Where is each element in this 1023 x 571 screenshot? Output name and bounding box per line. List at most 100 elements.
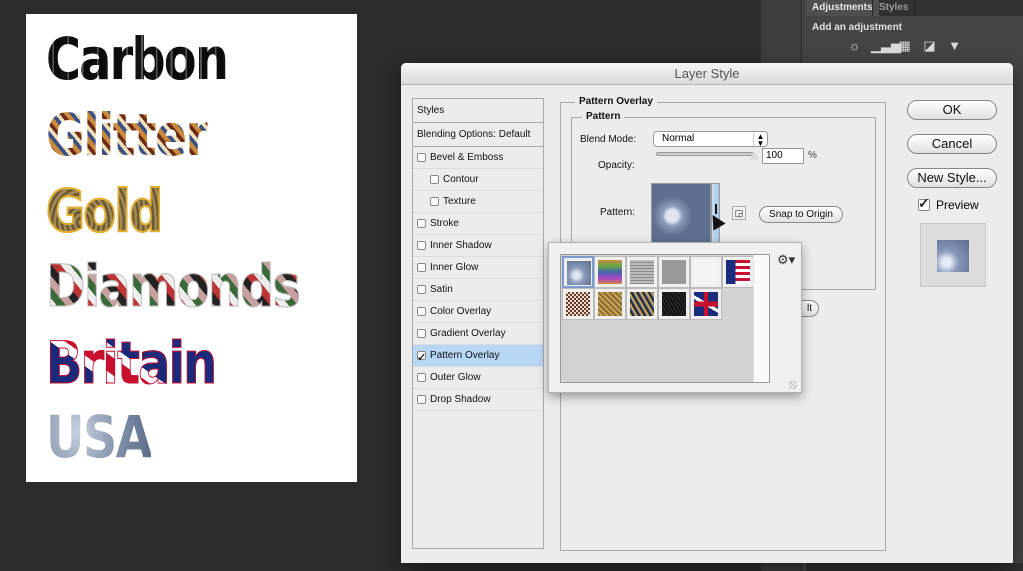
exposure-icon[interactable]: ◪: [921, 38, 938, 54]
effect-label: Inner Shadow: [430, 239, 492, 251]
styles-list: Styles Blending Options: Default Bevel &…: [412, 98, 544, 549]
pattern-tile-gray-solid[interactable]: [658, 256, 690, 288]
effect-label: Inner Glow: [430, 261, 479, 273]
pattern-picker-popup: ⚙▾: [548, 242, 802, 393]
layer-row-glitter[interactable]: [806, 563, 1023, 571]
effect-label: Color Overlay: [430, 305, 492, 317]
styles-header[interactable]: Styles: [413, 99, 543, 123]
rainbow-stripes-icon: [598, 260, 622, 284]
effect-checkbox[interactable]: [417, 263, 426, 272]
gold-glitter-icon: [598, 292, 622, 316]
effect-label: Pattern Overlay: [430, 349, 500, 361]
new-style-button[interactable]: New Style...: [907, 168, 997, 188]
effect-color-overlay[interactable]: Color Overlay: [413, 301, 543, 323]
effect-stroke[interactable]: Stroke: [413, 213, 543, 235]
select-arrows-icon: ▲ ▼: [753, 132, 767, 148]
effect-checkbox[interactable]: [417, 347, 426, 369]
curves-icon[interactable]: ▦: [896, 38, 913, 54]
levels-icon[interactable]: ▁▃▅: [871, 38, 901, 54]
effect-outer-glow[interactable]: Outer Glow: [413, 367, 543, 389]
effect-inner-glow[interactable]: Inner Glow: [413, 257, 543, 279]
gray-solid-icon: [662, 260, 686, 284]
subsection-title: Pattern: [582, 111, 625, 122]
effect-satin[interactable]: Satin: [413, 279, 543, 301]
section-title: Pattern Overlay: [575, 96, 657, 107]
opacity-label: Opacity:: [598, 160, 635, 171]
effect-checkbox[interactable]: [417, 395, 426, 404]
effect-label: Satin: [430, 283, 453, 295]
effect-checkbox[interactable]: [417, 285, 426, 294]
pattern-label: Pattern:: [600, 207, 636, 218]
text-usa: USA: [46, 403, 152, 471]
gradient-triangle-icon[interactable]: ▼: [946, 38, 963, 54]
effect-checkbox[interactable]: [417, 373, 426, 382]
blend-mode-label: Blend Mode:: [580, 134, 637, 145]
adjustments-title: Add an adjustment: [812, 22, 903, 33]
effect-label: Bevel & Emboss: [430, 151, 504, 163]
pattern-swatch[interactable]: [651, 183, 711, 243]
gear-icon[interactable]: ⚙▾: [777, 252, 795, 268]
tab-adjustments[interactable]: Adjustments: [806, 0, 879, 16]
adjustment-icons: ☼ ▁▃▅ ▦ ◪ ▼: [846, 38, 963, 54]
effect-checkbox[interactable]: [417, 153, 426, 162]
opacity-unit: %: [808, 150, 817, 161]
us-flag-icon: [726, 260, 750, 284]
pattern-grid: [560, 254, 770, 383]
text-gold: Gold: [45, 177, 164, 245]
opacity-input[interactable]: 100: [762, 148, 804, 164]
pattern-grid-scrollbar[interactable]: [753, 255, 769, 382]
pattern-tile-bubbles-blue[interactable]: [562, 256, 594, 288]
text-diamonds: Diamonds: [46, 252, 302, 320]
effect-bevel-emboss[interactable]: Bevel & Emboss: [413, 147, 543, 169]
effect-label: Contour: [443, 173, 479, 185]
pattern-tile-carbon-fiber[interactable]: [658, 288, 690, 320]
snap-to-origin-button[interactable]: Snap to Origin: [759, 206, 843, 223]
canvas-document[interactable]: Carbon Glitter Gold Diamonds Britain USA: [26, 14, 357, 482]
tab-styles[interactable]: Styles: [872, 0, 916, 16]
effect-label: Outer Glow: [430, 371, 481, 383]
effect-checkbox[interactable]: [417, 219, 426, 228]
carbon-fiber-icon: [662, 292, 686, 316]
effect-checkbox[interactable]: [417, 329, 426, 338]
new-preset-icon[interactable]: ◲: [732, 206, 746, 220]
ok-button[interactable]: OK: [907, 100, 997, 120]
effect-inner-shadow[interactable]: Inner Shadow: [413, 235, 543, 257]
effect-gradient-overlay[interactable]: Gradient Overlay: [413, 323, 543, 345]
blend-mode-select[interactable]: Normal ▲ ▼: [653, 131, 768, 148]
resize-grip-icon[interactable]: [789, 381, 797, 389]
pattern-tile-uk-flag[interactable]: [690, 288, 722, 320]
effect-pattern-overlay[interactable]: Pattern Overlay: [413, 345, 543, 369]
blend-mode-value: Normal: [662, 133, 695, 144]
opacity-slider-thumb[interactable]: [749, 151, 759, 160]
effect-checkbox[interactable]: [417, 307, 426, 316]
pattern-tile-white-faint[interactable]: [690, 256, 722, 288]
effect-checkbox[interactable]: [430, 175, 439, 184]
effect-label: Drop Shadow: [430, 393, 491, 405]
effect-label: Stroke: [430, 217, 459, 229]
effect-contour[interactable]: Contour: [413, 169, 543, 191]
pattern-tile-us-flag[interactable]: [722, 256, 754, 288]
pattern-tile-gold-glitter[interactable]: [594, 288, 626, 320]
effect-checkbox[interactable]: [417, 241, 426, 250]
preview-toggle[interactable]: Preview: [918, 195, 979, 212]
cancel-button[interactable]: Cancel: [907, 134, 997, 154]
pattern-tile-gray-noise[interactable]: [626, 256, 658, 288]
pattern-tile-rainbow-stripes[interactable]: [594, 256, 626, 288]
blending-options[interactable]: Blending Options: Default: [413, 123, 543, 147]
brightness-icon[interactable]: ☼: [846, 38, 863, 54]
text-britain: Britain: [46, 329, 218, 397]
uk-flag-icon: [694, 292, 718, 316]
pattern-tile-checker-weave[interactable]: [562, 288, 594, 320]
checker-weave-icon: [566, 292, 590, 316]
gray-noise-icon: [630, 260, 654, 284]
text-carbon: Carbon: [46, 25, 228, 93]
preview-checkbox[interactable]: [918, 195, 930, 212]
effect-texture[interactable]: Texture: [413, 191, 543, 213]
pattern-tile-multicolor-glitter[interactable]: [626, 288, 658, 320]
effect-checkbox[interactable]: [430, 197, 439, 206]
white-faint-icon: [694, 260, 718, 284]
effect-label: Gradient Overlay: [430, 327, 506, 339]
effect-drop-shadow[interactable]: Drop Shadow: [413, 389, 543, 411]
style-preview-thumbnail: [920, 223, 986, 287]
opacity-slider[interactable]: [656, 151, 759, 160]
